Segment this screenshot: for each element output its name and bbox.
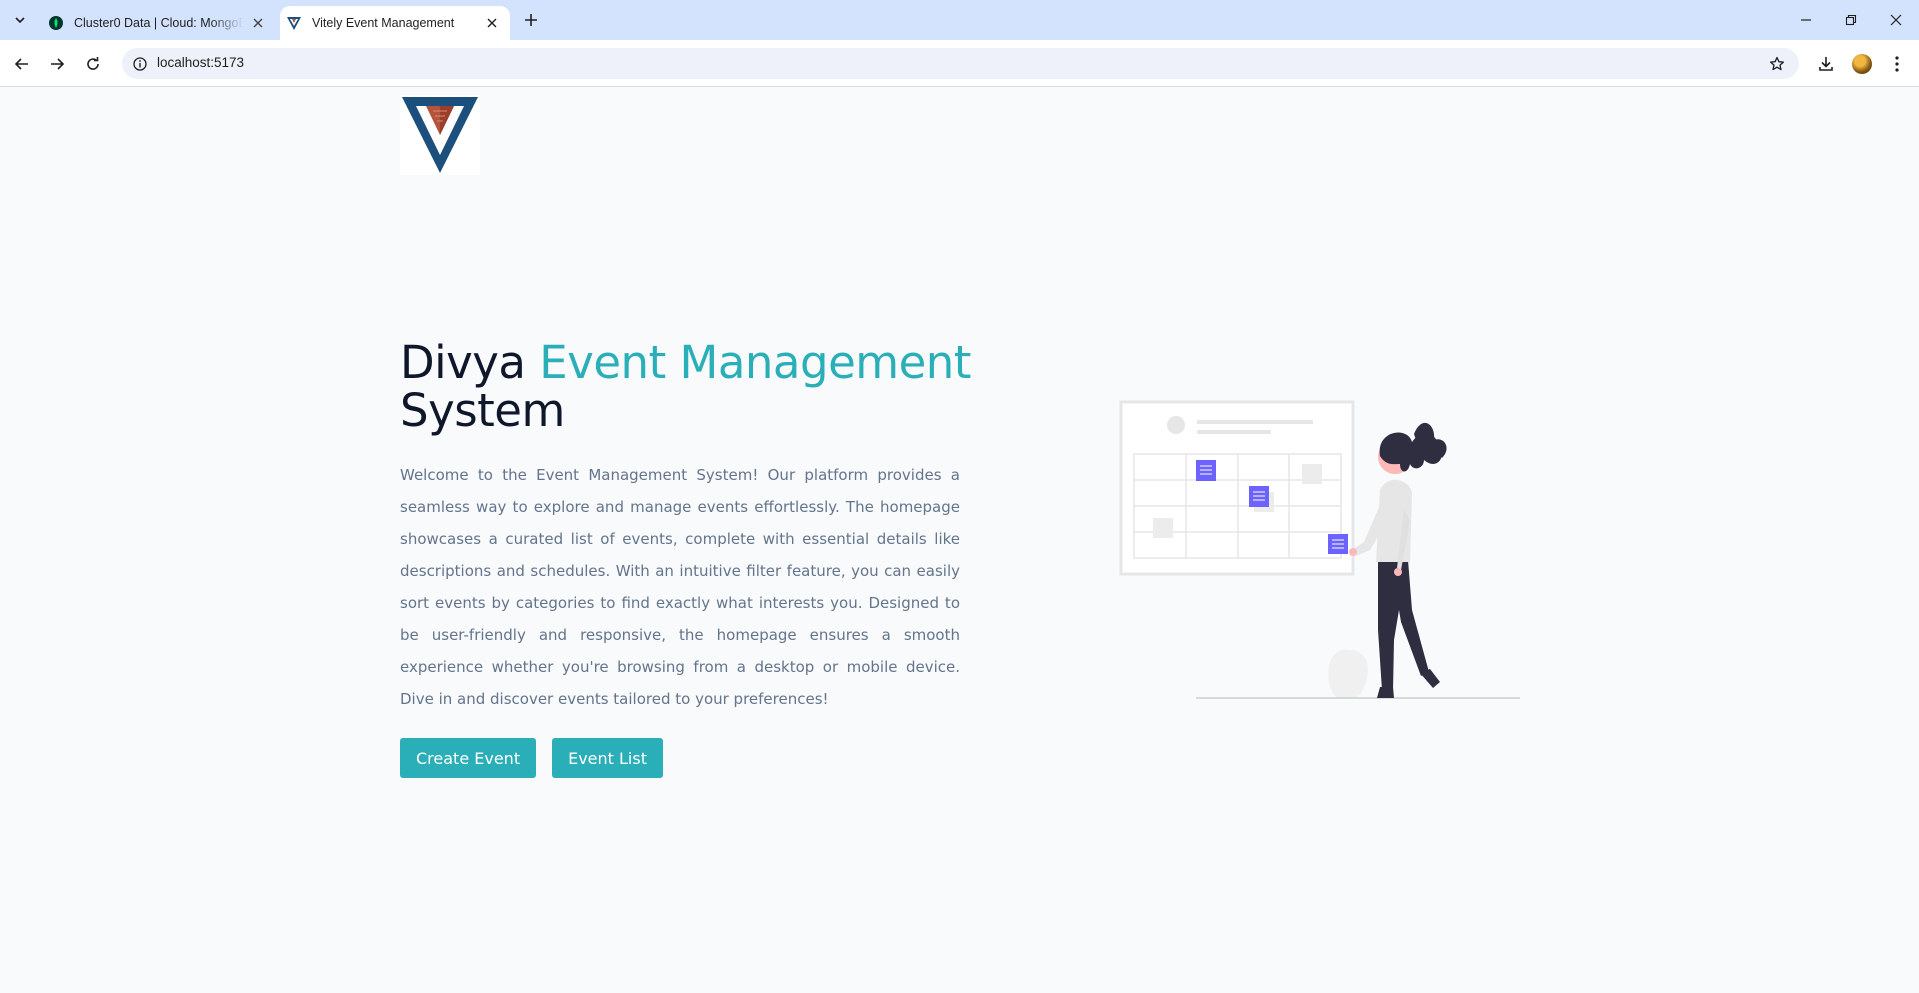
title-name: Divya [400,336,540,389]
create-event-button[interactable]: Create Event [400,738,537,778]
arrow-right-icon [51,58,65,70]
title-system: System [400,384,565,437]
reload-icon [87,57,99,70]
calendar-illustration [1119,400,1520,699]
title-accent: Event Management [539,336,971,389]
browser-toolbar: localhost:5173 [0,40,1919,87]
browser-tab-bar: Cluster0 Data | Cloud: MongoDB Cloud Vit… [0,0,1919,40]
tab-title: Cluster0 Data | Cloud: MongoDB Cloud [74,16,244,30]
forward-button[interactable] [43,50,71,78]
site-logo[interactable] [400,95,480,175]
arrow-left-icon [14,58,28,70]
address-bar[interactable]: localhost:5173 [122,48,1799,79]
event-list-button[interactable]: Event List [552,738,663,778]
hero-actions: Create Event Event List [400,738,980,778]
download-icon [1819,57,1833,71]
close-icon[interactable] [482,13,502,33]
restore-button[interactable] [1831,6,1871,34]
vite-logo-icon [286,15,302,31]
tab-title: Vitely Event Management [312,16,455,30]
close-icon [1890,14,1902,26]
minimize-icon [1801,19,1811,21]
url-text[interactable]: localhost:5173 [157,55,244,70]
hero-section: Divya Event Management System Welcome to … [400,339,980,778]
new-tab-button[interactable] [519,8,543,32]
page-viewport: Divya Event Management System Welcome to … [0,87,1919,993]
profile-button[interactable] [1848,50,1876,78]
avatar [1852,54,1872,74]
close-icon[interactable] [248,13,268,33]
menu-button[interactable] [1883,50,1911,78]
back-button[interactable] [8,50,36,78]
page-title: Divya Event Management System [400,339,980,435]
plus-icon [525,14,537,26]
hero-description: Welcome to the Event Management System! … [400,466,960,708]
tab-mongodb[interactable]: Cluster0 Data | Cloud: MongoDB Cloud [40,6,276,40]
reload-button[interactable] [79,50,107,78]
chevron-down-icon [15,17,25,24]
downloads-button[interactable] [1812,50,1840,78]
tab-vitely[interactable]: Vitely Event Management [280,6,510,40]
restore-icon [1845,14,1857,26]
mongodb-leaf-icon [48,15,64,31]
bookmark-star-icon[interactable] [1767,54,1787,74]
minimize-button[interactable] [1786,6,1826,34]
more-vertical-icon [1895,56,1899,72]
tab-search-button[interactable] [7,7,33,33]
site-info-icon[interactable] [130,54,150,74]
close-window-button[interactable] [1876,6,1916,34]
